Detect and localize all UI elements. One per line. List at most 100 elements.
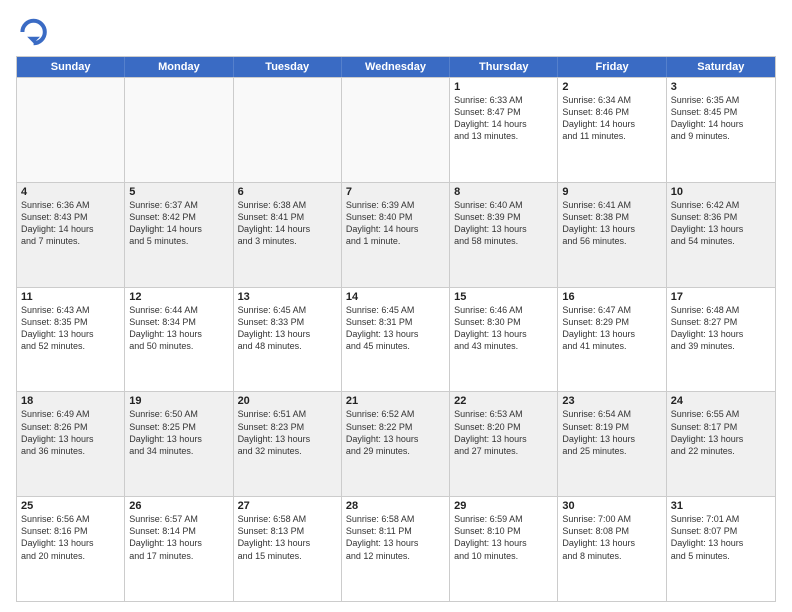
calendar-cell: 30Sunrise: 7:00 AM Sunset: 8:08 PM Dayli…	[558, 497, 666, 601]
cell-info: Sunrise: 6:58 AM Sunset: 8:11 PM Dayligh…	[346, 513, 445, 562]
calendar-cell: 31Sunrise: 7:01 AM Sunset: 8:07 PM Dayli…	[667, 497, 775, 601]
calendar-cell: 4Sunrise: 6:36 AM Sunset: 8:43 PM Daylig…	[17, 183, 125, 287]
cell-info: Sunrise: 6:35 AM Sunset: 8:45 PM Dayligh…	[671, 94, 771, 143]
calendar-cell: 9Sunrise: 6:41 AM Sunset: 8:38 PM Daylig…	[558, 183, 666, 287]
calendar-cell: 6Sunrise: 6:38 AM Sunset: 8:41 PM Daylig…	[234, 183, 342, 287]
cell-info: Sunrise: 6:45 AM Sunset: 8:33 PM Dayligh…	[238, 304, 337, 353]
cell-info: Sunrise: 6:38 AM Sunset: 8:41 PM Dayligh…	[238, 199, 337, 248]
day-number: 7	[346, 186, 445, 198]
calendar-cell: 24Sunrise: 6:55 AM Sunset: 8:17 PM Dayli…	[667, 392, 775, 496]
day-number: 15	[454, 291, 553, 303]
cell-info: Sunrise: 6:34 AM Sunset: 8:46 PM Dayligh…	[562, 94, 661, 143]
day-number: 16	[562, 291, 661, 303]
calendar-cell: 8Sunrise: 6:40 AM Sunset: 8:39 PM Daylig…	[450, 183, 558, 287]
calendar-cell: 28Sunrise: 6:58 AM Sunset: 8:11 PM Dayli…	[342, 497, 450, 601]
calendar-cell: 22Sunrise: 6:53 AM Sunset: 8:20 PM Dayli…	[450, 392, 558, 496]
calendar-cell: 3Sunrise: 6:35 AM Sunset: 8:45 PM Daylig…	[667, 78, 775, 182]
calendar-cell	[234, 78, 342, 182]
day-number: 20	[238, 395, 337, 407]
cell-info: Sunrise: 6:59 AM Sunset: 8:10 PM Dayligh…	[454, 513, 553, 562]
calendar-cell: 15Sunrise: 6:46 AM Sunset: 8:30 PM Dayli…	[450, 288, 558, 392]
calendar-header-row: SundayMondayTuesdayWednesdayThursdayFrid…	[17, 57, 775, 77]
calendar-cell: 2Sunrise: 6:34 AM Sunset: 8:46 PM Daylig…	[558, 78, 666, 182]
calendar-cell: 20Sunrise: 6:51 AM Sunset: 8:23 PM Dayli…	[234, 392, 342, 496]
day-number: 31	[671, 500, 771, 512]
cell-info: Sunrise: 6:55 AM Sunset: 8:17 PM Dayligh…	[671, 408, 771, 457]
day-number: 4	[21, 186, 120, 198]
cell-info: Sunrise: 6:41 AM Sunset: 8:38 PM Dayligh…	[562, 199, 661, 248]
day-number: 14	[346, 291, 445, 303]
calendar-cell: 27Sunrise: 6:58 AM Sunset: 8:13 PM Dayli…	[234, 497, 342, 601]
cell-info: Sunrise: 6:36 AM Sunset: 8:43 PM Dayligh…	[21, 199, 120, 248]
day-number: 9	[562, 186, 661, 198]
page-header	[16, 16, 776, 48]
calendar-cell: 1Sunrise: 6:33 AM Sunset: 8:47 PM Daylig…	[450, 78, 558, 182]
calendar-cell: 5Sunrise: 6:37 AM Sunset: 8:42 PM Daylig…	[125, 183, 233, 287]
day-number: 25	[21, 500, 120, 512]
cell-info: Sunrise: 6:44 AM Sunset: 8:34 PM Dayligh…	[129, 304, 228, 353]
cell-info: Sunrise: 7:00 AM Sunset: 8:08 PM Dayligh…	[562, 513, 661, 562]
calendar-cell: 29Sunrise: 6:59 AM Sunset: 8:10 PM Dayli…	[450, 497, 558, 601]
cell-info: Sunrise: 6:43 AM Sunset: 8:35 PM Dayligh…	[21, 304, 120, 353]
calendar-cell	[17, 78, 125, 182]
calendar-cell: 23Sunrise: 6:54 AM Sunset: 8:19 PM Dayli…	[558, 392, 666, 496]
day-number: 26	[129, 500, 228, 512]
cell-info: Sunrise: 6:45 AM Sunset: 8:31 PM Dayligh…	[346, 304, 445, 353]
calendar-week-row: 11Sunrise: 6:43 AM Sunset: 8:35 PM Dayli…	[17, 287, 775, 392]
calendar-header-cell: Wednesday	[342, 57, 450, 77]
calendar-cell: 17Sunrise: 6:48 AM Sunset: 8:27 PM Dayli…	[667, 288, 775, 392]
cell-info: Sunrise: 6:52 AM Sunset: 8:22 PM Dayligh…	[346, 408, 445, 457]
calendar-cell: 13Sunrise: 6:45 AM Sunset: 8:33 PM Dayli…	[234, 288, 342, 392]
cell-info: Sunrise: 6:37 AM Sunset: 8:42 PM Dayligh…	[129, 199, 228, 248]
calendar-header-cell: Monday	[125, 57, 233, 77]
cell-info: Sunrise: 6:56 AM Sunset: 8:16 PM Dayligh…	[21, 513, 120, 562]
day-number: 24	[671, 395, 771, 407]
day-number: 11	[21, 291, 120, 303]
day-number: 8	[454, 186, 553, 198]
calendar-header-cell: Tuesday	[234, 57, 342, 77]
cell-info: Sunrise: 6:46 AM Sunset: 8:30 PM Dayligh…	[454, 304, 553, 353]
calendar-header-cell: Thursday	[450, 57, 558, 77]
calendar-cell: 26Sunrise: 6:57 AM Sunset: 8:14 PM Dayli…	[125, 497, 233, 601]
day-number: 27	[238, 500, 337, 512]
logo-icon	[16, 16, 48, 48]
cell-info: Sunrise: 6:50 AM Sunset: 8:25 PM Dayligh…	[129, 408, 228, 457]
calendar-week-row: 18Sunrise: 6:49 AM Sunset: 8:26 PM Dayli…	[17, 391, 775, 496]
calendar-week-row: 25Sunrise: 6:56 AM Sunset: 8:16 PM Dayli…	[17, 496, 775, 601]
calendar-cell: 25Sunrise: 6:56 AM Sunset: 8:16 PM Dayli…	[17, 497, 125, 601]
cell-info: Sunrise: 6:51 AM Sunset: 8:23 PM Dayligh…	[238, 408, 337, 457]
day-number: 22	[454, 395, 553, 407]
cell-info: Sunrise: 6:48 AM Sunset: 8:27 PM Dayligh…	[671, 304, 771, 353]
cell-info: Sunrise: 6:54 AM Sunset: 8:19 PM Dayligh…	[562, 408, 661, 457]
calendar-cell: 7Sunrise: 6:39 AM Sunset: 8:40 PM Daylig…	[342, 183, 450, 287]
cell-info: Sunrise: 6:39 AM Sunset: 8:40 PM Dayligh…	[346, 199, 445, 248]
calendar-cell: 19Sunrise: 6:50 AM Sunset: 8:25 PM Dayli…	[125, 392, 233, 496]
day-number: 28	[346, 500, 445, 512]
day-number: 13	[238, 291, 337, 303]
day-number: 29	[454, 500, 553, 512]
cell-info: Sunrise: 6:58 AM Sunset: 8:13 PM Dayligh…	[238, 513, 337, 562]
day-number: 21	[346, 395, 445, 407]
calendar-header-cell: Friday	[558, 57, 666, 77]
calendar-cell: 18Sunrise: 6:49 AM Sunset: 8:26 PM Dayli…	[17, 392, 125, 496]
calendar-week-row: 1Sunrise: 6:33 AM Sunset: 8:47 PM Daylig…	[17, 77, 775, 182]
day-number: 6	[238, 186, 337, 198]
calendar-header-cell: Saturday	[667, 57, 775, 77]
calendar-cell	[125, 78, 233, 182]
day-number: 23	[562, 395, 661, 407]
day-number: 18	[21, 395, 120, 407]
calendar-body: 1Sunrise: 6:33 AM Sunset: 8:47 PM Daylig…	[17, 77, 775, 601]
calendar-cell	[342, 78, 450, 182]
calendar-header-cell: Sunday	[17, 57, 125, 77]
calendar-week-row: 4Sunrise: 6:36 AM Sunset: 8:43 PM Daylig…	[17, 182, 775, 287]
day-number: 3	[671, 81, 771, 93]
calendar-cell: 10Sunrise: 6:42 AM Sunset: 8:36 PM Dayli…	[667, 183, 775, 287]
cell-info: Sunrise: 6:33 AM Sunset: 8:47 PM Dayligh…	[454, 94, 553, 143]
calendar: SundayMondayTuesdayWednesdayThursdayFrid…	[16, 56, 776, 602]
day-number: 19	[129, 395, 228, 407]
calendar-cell: 12Sunrise: 6:44 AM Sunset: 8:34 PM Dayli…	[125, 288, 233, 392]
day-number: 5	[129, 186, 228, 198]
cell-info: Sunrise: 6:49 AM Sunset: 8:26 PM Dayligh…	[21, 408, 120, 457]
calendar-cell: 14Sunrise: 6:45 AM Sunset: 8:31 PM Dayli…	[342, 288, 450, 392]
logo	[16, 16, 54, 48]
